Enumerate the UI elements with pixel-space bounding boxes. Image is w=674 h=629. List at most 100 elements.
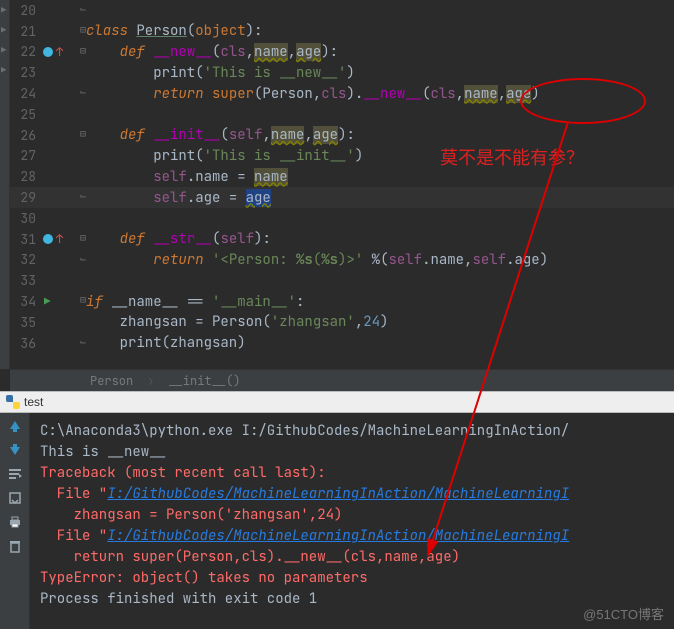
code-line[interactable]: 27 print('This is __init__') — [10, 146, 674, 167]
gutter — [42, 270, 86, 291]
console-line: return super(Person,cls).__new__(cls,nam… — [40, 547, 664, 568]
line-number: 24 — [10, 85, 42, 102]
gutter: ⌐ — [42, 187, 86, 208]
console-line: zhangsan = Person('zhangsan',24) — [40, 505, 664, 526]
code-text: zhangsan = Person('zhangsan',24) — [86, 313, 674, 331]
console-line: Traceback (most recent call last): — [40, 463, 664, 484]
code-line[interactable]: 23 print('This is __new__') — [10, 62, 674, 83]
console-line: This is __new__ — [40, 442, 664, 463]
editor-left-gutter: ▶ ▶ ▶ ▶ — [0, 0, 10, 369]
line-number: 33 — [10, 272, 42, 289]
trash-icon[interactable] — [6, 537, 24, 555]
scroll-icon[interactable] — [6, 489, 24, 507]
code-line[interactable]: 21 ⊟class Person(object): — [10, 21, 674, 42]
code-text: self.age = age — [86, 189, 674, 207]
code-line[interactable]: 31↑⊟ def __str__(self): — [10, 229, 674, 250]
gutter: ▶⊟ — [42, 291, 86, 312]
gutter: ⌐ — [42, 83, 86, 104]
chevron-right-icon[interactable]: ▶ — [1, 24, 6, 36]
code-line[interactable]: 35 zhangsan = Person('zhangsan',24) — [10, 312, 674, 333]
code-text: print(zhangsan) — [86, 334, 674, 352]
arrow-down-icon[interactable] — [6, 441, 24, 459]
line-number: 28 — [10, 168, 42, 185]
override-icon[interactable] — [42, 233, 54, 245]
line-number: 23 — [10, 64, 42, 81]
code-line[interactable]: 36⌐ print(zhangsan) — [10, 333, 674, 354]
console-toolbar — [0, 413, 30, 629]
override-icon[interactable] — [42, 46, 54, 58]
code-line[interactable]: 26⊟ def __init__(self,name,age): — [10, 125, 674, 146]
code-line[interactable]: 33 — [10, 270, 674, 291]
code-line[interactable]: 20 ⌐ — [10, 0, 674, 21]
gutter — [42, 62, 86, 83]
console-line: TypeError: object() takes no parameters — [40, 568, 664, 589]
breadcrumb-class[interactable]: Person — [90, 373, 133, 389]
fold-end-icon[interactable]: ⌐ — [80, 87, 86, 97]
traceback-link[interactable]: I:/GithubCodes/MachineLearningInAction/M… — [107, 485, 569, 503]
chevron-right-icon[interactable]: ▶ — [1, 4, 6, 16]
code-line[interactable]: 22↑⊟ def __new__(cls,name,age): — [10, 42, 674, 63]
console-line: C:\Anaconda3\python.exe I:/GithubCodes/M… — [40, 421, 664, 442]
run-tab-bar: test — [0, 391, 674, 413]
gutter: ↑⊟ — [42, 229, 86, 250]
line-number: 20 — [10, 2, 42, 19]
line-number: 22 — [10, 43, 42, 60]
fold-end-icon[interactable]: ⌐ — [80, 4, 86, 14]
code-text: return super(Person,cls).__new__(cls,nam… — [86, 85, 674, 103]
code-editor[interactable]: 20⌐21⊟class Person(object):22↑⊟ def __ne… — [10, 0, 674, 369]
line-number: 35 — [10, 314, 42, 331]
line-number: 30 — [10, 210, 42, 227]
line-number: 29 — [10, 189, 42, 206]
code-text: if __name__ == '__main__': — [86, 293, 674, 311]
gutter — [42, 208, 86, 229]
line-number: 32 — [10, 251, 42, 268]
fold-start-icon[interactable]: ⊟ — [80, 129, 86, 139]
code-line[interactable]: 25 — [10, 104, 674, 125]
wrap-icon[interactable] — [6, 465, 24, 483]
line-number: 21 — [10, 23, 42, 40]
code-line[interactable]: 32 ⌐ return '<Person: %s(%s)>' %(self.nam… — [10, 250, 674, 271]
fold-start-icon[interactable]: ⊟ — [80, 233, 86, 243]
console-line: Process finished with exit code 1 — [40, 589, 664, 610]
gutter — [42, 104, 86, 125]
gutter — [42, 312, 86, 333]
fold-end-icon[interactable]: ⌐ — [80, 337, 86, 347]
console-panel: C:\Anaconda3\python.exe I:/GithubCodes/M… — [0, 413, 674, 629]
chevron-right-icon[interactable]: ▶ — [1, 64, 6, 76]
run-icon[interactable]: ▶ — [44, 295, 51, 309]
breadcrumb-method[interactable]: __init__() — [168, 373, 240, 389]
fold-end-icon[interactable]: ⌐ — [80, 191, 86, 201]
fold-end-icon[interactable]: ⌐ — [80, 254, 86, 264]
code-line[interactable]: 24 ⌐ return super(Person,cls).__new__(cls… — [10, 83, 674, 104]
console-output[interactable]: C:\Anaconda3\python.exe I:/GithubCodes/M… — [30, 413, 674, 629]
chevron-right-icon: › — [147, 373, 154, 389]
console-line: File "I:/GithubCodes/MachineLearningInAc… — [40, 526, 664, 547]
code-line[interactable]: 34▶⊟if __name__ == '__main__': — [10, 291, 674, 312]
gutter: ⌐ — [42, 0, 86, 21]
code-line[interactable]: 28 self.name = name — [10, 166, 674, 187]
code-line[interactable]: 29 ⌐ self.age = age — [10, 187, 674, 208]
line-number: 34 — [10, 293, 42, 310]
gutter: ⊟ — [42, 21, 86, 42]
fold-start-icon[interactable]: ⊟ — [80, 25, 86, 35]
python-icon — [6, 395, 20, 409]
code-text: print('This is __init__') — [86, 147, 674, 165]
code-text: return '<Person: %s(%s)>' %(self.name,se… — [86, 251, 674, 269]
line-number: 25 — [10, 106, 42, 123]
run-tab-label[interactable]: test — [24, 395, 43, 409]
code-line[interactable]: 30 — [10, 208, 674, 229]
console-line: File "I:/GithubCodes/MachineLearningInAc… — [40, 484, 664, 505]
fold-start-icon[interactable]: ⊟ — [80, 46, 86, 56]
traceback-link[interactable]: I:/GithubCodes/MachineLearningInAction/M… — [107, 527, 569, 545]
chevron-right-icon[interactable]: ▶ — [1, 44, 6, 56]
fold-start-icon[interactable]: ⊟ — [80, 295, 86, 305]
code-text: def __str__(self): — [86, 230, 674, 248]
code-text: class Person(object): — [86, 22, 674, 40]
code-text: self.name = name — [86, 168, 674, 186]
watermark: @51CTO博客 — [583, 604, 664, 623]
gutter — [42, 146, 86, 167]
arrow-up-icon[interactable] — [6, 417, 24, 435]
print-icon[interactable] — [6, 513, 24, 531]
gutter: ⌐ — [42, 250, 86, 271]
arrow-up-icon: ↑ — [56, 231, 63, 247]
